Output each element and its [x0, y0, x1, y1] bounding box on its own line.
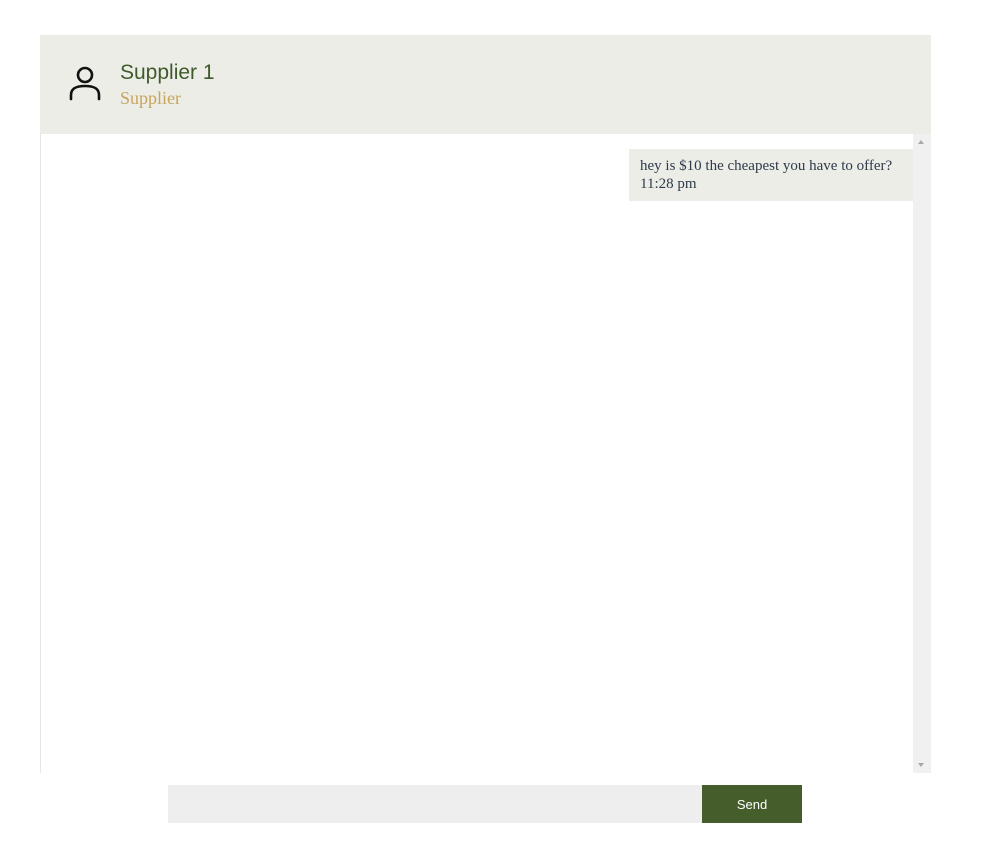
scroll-up-arrow-icon[interactable]: [918, 140, 924, 144]
message-bubble: hey is $10 the cheapest you have to offe…: [629, 149, 922, 201]
contact-role: Supplier: [120, 88, 181, 108]
message-list-scrollbar[interactable]: [913, 134, 931, 773]
send-button[interactable]: Send: [702, 785, 802, 823]
chat-header: Supplier 1 Supplier: [40, 35, 931, 134]
message-list[interactable]: hey is $10 the cheapest you have to offe…: [40, 134, 922, 773]
message-text: hey is $10 the cheapest you have to offe…: [640, 158, 893, 174]
user-icon: [69, 66, 101, 101]
message-input[interactable]: [168, 785, 702, 823]
contact-name: Supplier 1: [120, 61, 215, 84]
scroll-down-arrow-icon[interactable]: [918, 763, 924, 767]
message-time: 11:28 pm: [640, 176, 697, 192]
chat-panel: Supplier 1 Supplier hey is $10 the cheap…: [40, 35, 931, 773]
